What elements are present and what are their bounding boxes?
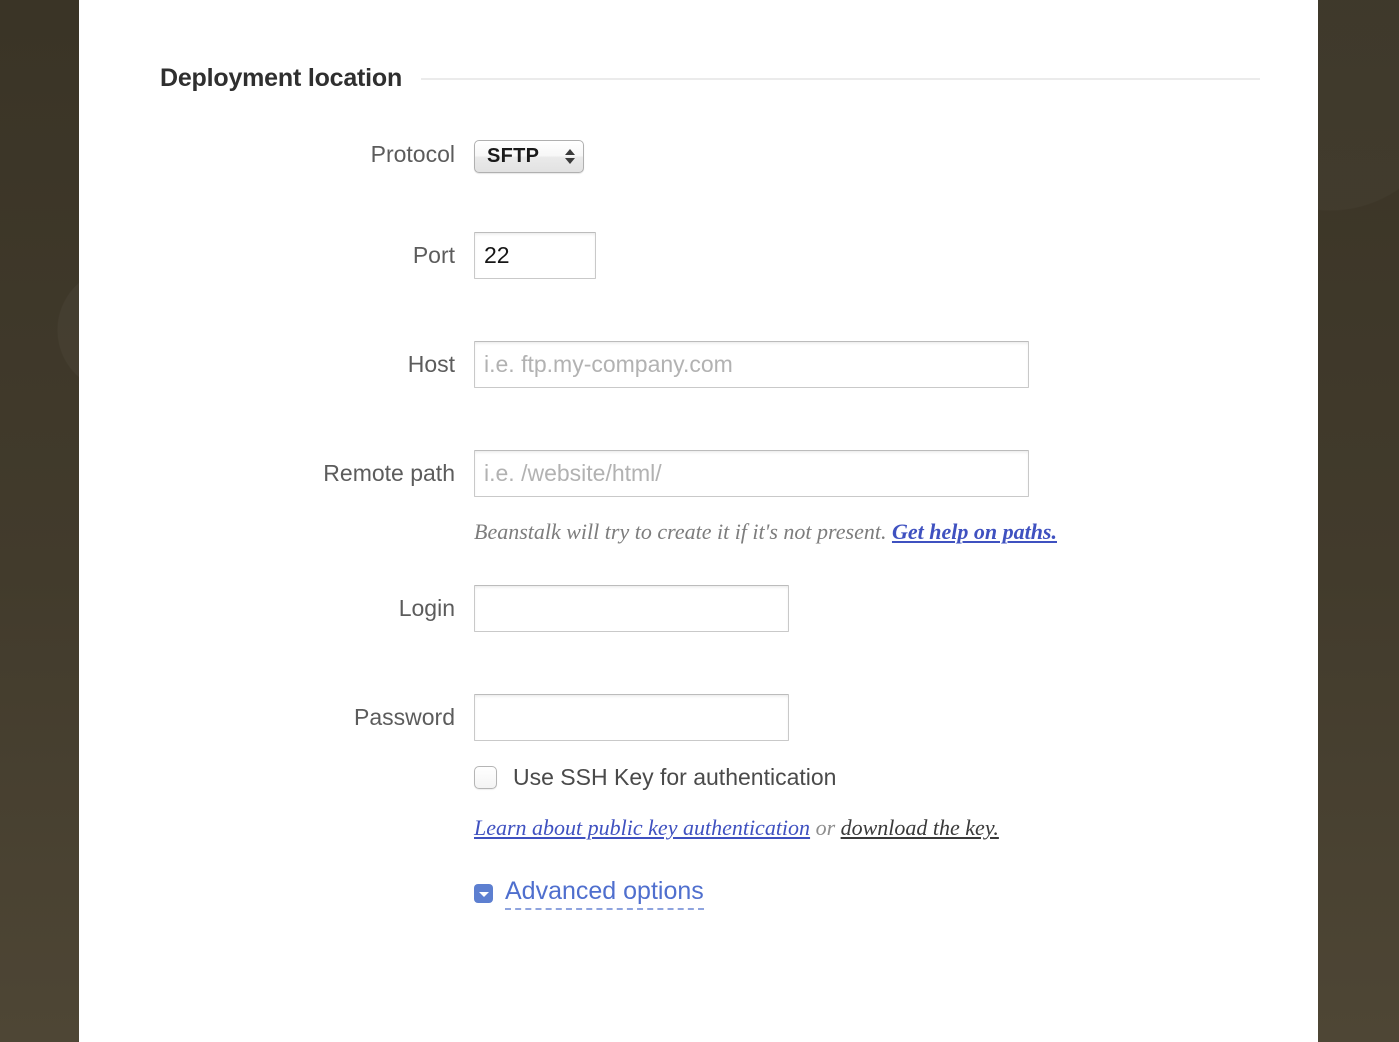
remote-path-hint-text: Beanstalk will try to create it if it's … <box>474 519 887 544</box>
section-header: Deployment location <box>160 64 1260 93</box>
form-row-password: Password Use SSH Key for authentication … <box>79 694 1318 910</box>
get-help-on-paths-link[interactable]: Get help on paths. <box>892 519 1057 544</box>
advanced-options-row[interactable]: Advanced options <box>474 877 999 910</box>
form-row-remote-path: Remote path Beanstalk will try to create… <box>79 450 1318 545</box>
port-input[interactable] <box>474 232 596 279</box>
remote-path-input[interactable] <box>474 450 1029 497</box>
chevron-down-icon[interactable] <box>474 884 493 903</box>
remote-path-hint: Beanstalk will try to create it if it's … <box>474 519 1057 545</box>
deployment-location-form: Protocol SFTP Port Host <box>79 140 1318 910</box>
host-label: Host <box>407 351 455 377</box>
content-panel: Deployment location Protocol SFTP Port 2… <box>79 0 1318 1042</box>
login-label: Login <box>398 595 455 621</box>
learn-public-key-auth-link[interactable]: Learn about public key authentication <box>474 815 810 840</box>
links-separator: or <box>810 815 841 840</box>
port-control <box>474 232 596 279</box>
protocol-selected-value: SFTP <box>487 145 540 167</box>
login-control <box>474 585 789 632</box>
password-input[interactable] <box>474 694 789 741</box>
form-row-port: Port <box>79 232 1318 279</box>
use-ssh-key-label: Use SSH Key for authentication <box>513 764 837 790</box>
form-row-host: Host <box>79 341 1318 388</box>
use-ssh-key-checkbox[interactable] <box>474 766 497 789</box>
protocol-control: SFTP <box>474 140 584 173</box>
ssh-key-checkbox-row[interactable]: Use SSH Key for authentication <box>474 764 999 791</box>
download-key-link[interactable]: download the key. <box>841 815 999 840</box>
login-input[interactable] <box>474 585 789 632</box>
section-divider <box>421 77 1260 80</box>
host-input[interactable] <box>474 341 1029 388</box>
form-row-protocol: Protocol SFTP <box>79 140 1318 173</box>
password-label: Password <box>354 704 455 730</box>
ssh-links-row: Learn about public key authentication or… <box>474 815 999 841</box>
protocol-select[interactable]: SFTP <box>474 140 584 173</box>
remote-path-label: Remote path <box>323 460 455 486</box>
updown-arrows-icon <box>565 149 575 164</box>
host-control <box>474 341 1029 388</box>
form-row-login: Login <box>79 585 1318 632</box>
protocol-label: Protocol <box>370 141 455 167</box>
port-label: Port <box>412 242 455 268</box>
password-control: Use SSH Key for authentication Learn abo… <box>474 694 999 910</box>
page-title: Deployment location <box>160 64 403 92</box>
remote-path-control: Beanstalk will try to create it if it's … <box>474 450 1057 545</box>
advanced-options-toggle[interactable]: Advanced options <box>505 877 704 910</box>
